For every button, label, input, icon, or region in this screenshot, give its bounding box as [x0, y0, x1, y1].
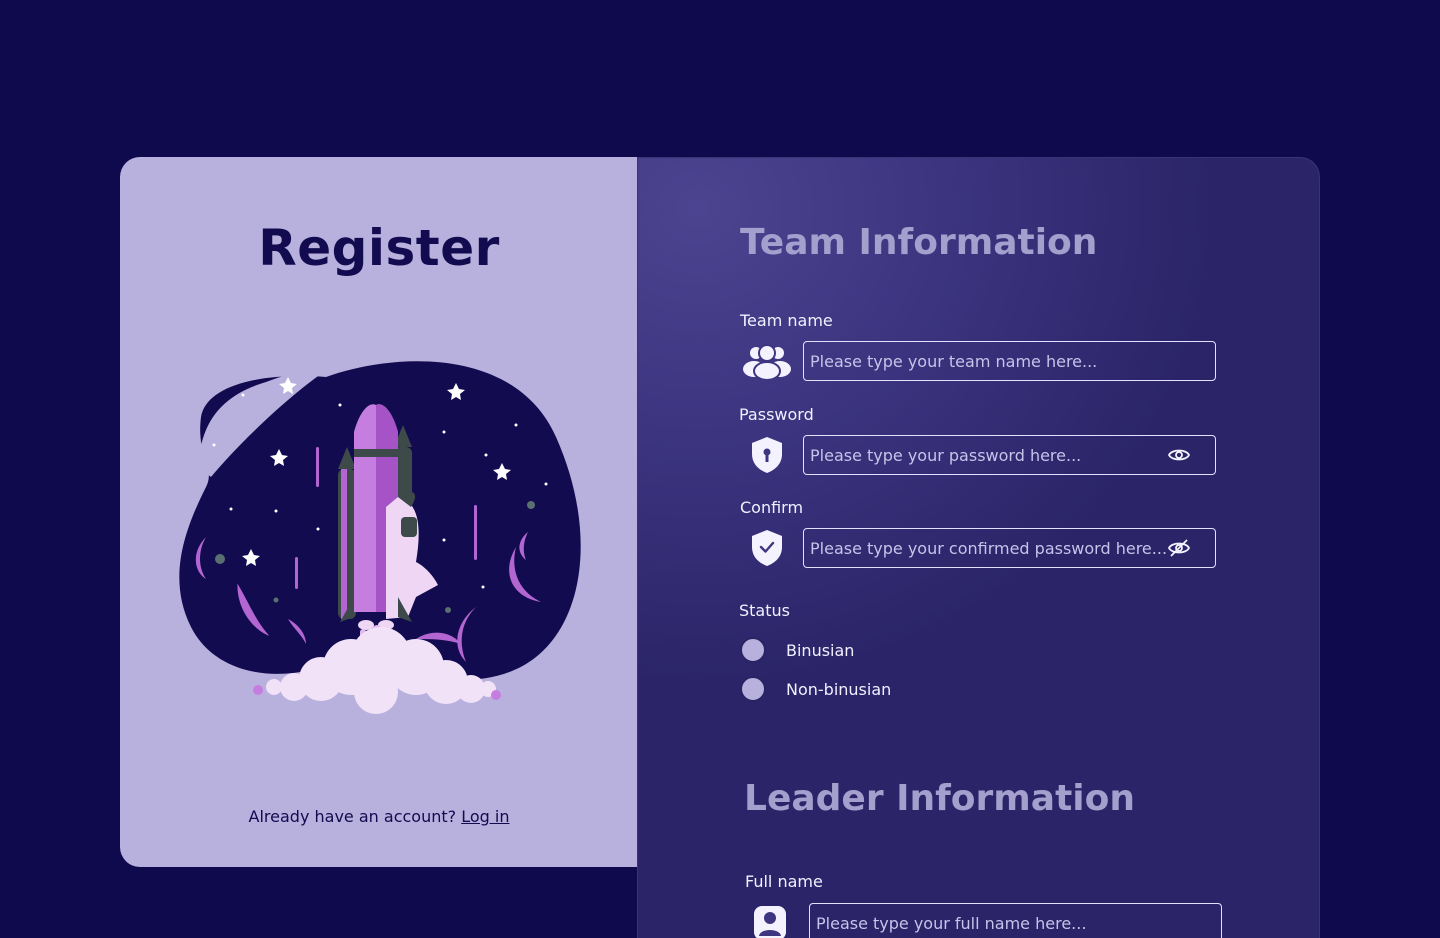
radio-button[interactable] [740, 676, 766, 702]
confirm-password-input[interactable] [803, 528, 1216, 568]
password-label: Password [739, 405, 814, 424]
eye-icon[interactable] [1165, 441, 1193, 469]
login-link[interactable]: Log in [461, 807, 509, 826]
user-icon [744, 903, 796, 938]
login-prompt-text: Already have an account? [248, 807, 457, 826]
password-input[interactable] [803, 435, 1216, 475]
status-option-non-binusian[interactable]: Non-binusian [740, 676, 891, 702]
rocket-illustration [179, 361, 581, 714]
full-name-input[interactable] [809, 903, 1222, 938]
team-information-title: Team Information [740, 222, 1098, 263]
shield-key-icon [741, 435, 793, 475]
eye-slash-icon[interactable] [1165, 534, 1193, 562]
radio-label: Non-binusian [786, 679, 892, 699]
radio-button[interactable] [740, 637, 766, 663]
form-panel: Team Information Team name Password Conf… [637, 157, 1320, 938]
status-option-binusian[interactable]: Binusian [740, 637, 854, 663]
leader-information-title: Leader Information [744, 778, 1136, 819]
confirm-label: Confirm [740, 498, 804, 517]
radio-label: Binusian [786, 640, 855, 660]
shield-check-icon [741, 528, 793, 568]
login-prompt: Already have an account? Log in [120, 807, 638, 826]
register-panel: Register Already have an account? Log in [120, 157, 638, 867]
full-name-label: Full name [745, 872, 823, 891]
status-label: Status [739, 601, 790, 620]
team-name-label: Team name [740, 311, 833, 330]
users-icon [741, 341, 793, 381]
register-title: Register [258, 219, 500, 277]
team-name-input[interactable] [803, 341, 1216, 381]
